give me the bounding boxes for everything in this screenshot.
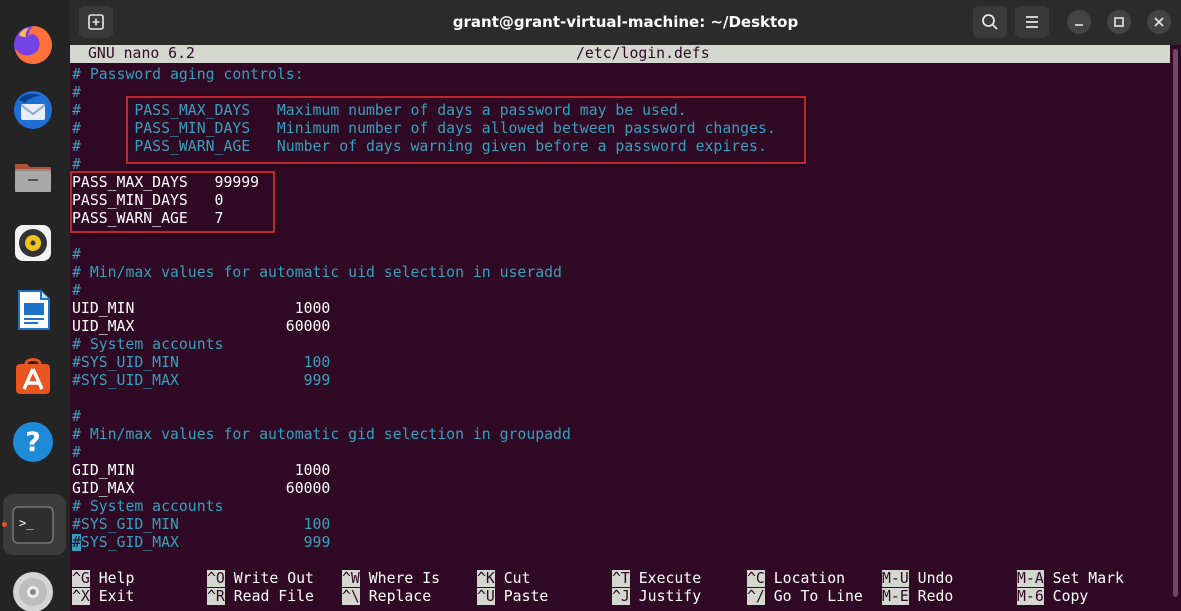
shortcut-help[interactable]: ^G Help (72, 570, 134, 588)
svg-text:?: ? (25, 427, 41, 458)
shortcut-read-file[interactable]: ^R Read File (207, 588, 314, 606)
file-line: # System accounts (72, 336, 224, 353)
file-line: UID_MIN 1000 (72, 300, 331, 317)
thunderbird-icon (14, 91, 52, 129)
maximize-button[interactable] (1107, 10, 1131, 34)
shortcut-go-to-line[interactable]: ^/ Go To Line (747, 588, 863, 606)
nano-version: GNU nano 6.2 (88, 45, 195, 62)
shortcut-where-is[interactable]: ^W Where Is (342, 570, 440, 588)
dock-item-disc[interactable] (0, 561, 70, 611)
shortcut-exit[interactable]: ^X Exit (72, 588, 134, 606)
dock: ? >_ (0, 0, 70, 611)
shortcut-cut[interactable]: ^K Cut (477, 570, 530, 588)
svg-text:>_: >_ (19, 516, 34, 530)
menu-button[interactable] (1015, 6, 1049, 38)
scrollbar[interactable] (1170, 45, 1181, 611)
shortcut-location[interactable]: ^C Location (747, 570, 845, 588)
rhythmbox-icon (15, 225, 51, 261)
dock-item-firefox[interactable] (0, 14, 70, 76)
hamburger-menu-icon (1026, 16, 1038, 28)
terminal-running-dot (2, 522, 7, 527)
file-line: # (72, 282, 81, 299)
file-line: #SYS_UID_MAX 999 (72, 372, 331, 389)
nano-header-bar: GNU nano 6.2 /etc/login.defs (70, 45, 1170, 63)
dock-item-help[interactable]: ? (0, 411, 70, 473)
search-button[interactable] (973, 6, 1007, 38)
maximize-icon (1114, 17, 1124, 27)
highlight-box-comments (126, 96, 806, 164)
file-line: # System accounts (72, 498, 224, 515)
files-icon (15, 164, 51, 192)
dock-item-writer[interactable] (0, 279, 70, 341)
writer-icon (18, 290, 50, 330)
file-line: # (72, 408, 81, 425)
dock-item-thunderbird[interactable] (0, 79, 70, 141)
highlight-box-values (70, 171, 275, 233)
shortcut-set-mark[interactable]: M-A Set Mark (1017, 570, 1124, 588)
file-line: GID_MIN 1000 (72, 462, 331, 479)
close-icon (1154, 17, 1164, 27)
file-line: #SYS_GID_MIN 100 (72, 516, 331, 533)
shortcut-justify[interactable]: ^J Justify (612, 588, 701, 606)
file-line: # Password aging controls: (72, 66, 304, 83)
nano-filename: /etc/login.defs (576, 45, 710, 62)
close-button[interactable] (1147, 10, 1171, 34)
shortcut-undo[interactable]: M-U Undo (882, 570, 953, 588)
file-line: # Min/max values for automatic uid selec… (72, 264, 562, 281)
terminal-window: grant@grant-virtual-machine: ~/Desktop G… (70, 0, 1181, 611)
shortcut-paste[interactable]: ^U Paste (477, 588, 548, 606)
dock-item-app-center[interactable] (0, 345, 70, 407)
file-line: # Min/max values for automatic gid selec… (72, 426, 571, 443)
terminal-icon: >_ (12, 506, 54, 544)
title-bar: grant@grant-virtual-machine: ~/Desktop (70, 0, 1181, 45)
app-center-icon (16, 358, 50, 394)
file-line: UID_MAX 60000 (72, 318, 331, 335)
file-line: GID_MAX 60000 (72, 480, 331, 497)
minimize-button[interactable] (1067, 10, 1091, 34)
file-line: # (72, 84, 81, 101)
shortcut-execute[interactable]: ^T Execute (612, 570, 701, 588)
shortcut-write-out[interactable]: ^O Write Out (207, 570, 314, 588)
search-icon (982, 14, 998, 30)
file-line-with-cursor: #SYS_GID_MAX 999 (72, 534, 331, 551)
terminal-content[interactable]: GNU nano 6.2 /etc/login.defs # Password … (70, 45, 1170, 611)
dock-item-rhythmbox[interactable] (0, 212, 70, 274)
file-line: # (72, 444, 81, 461)
dock-item-terminal[interactable]: >_ (0, 494, 70, 556)
shortcut-redo[interactable]: M-E Redo (882, 588, 953, 606)
file-line: #SYS_UID_MIN 100 (72, 354, 331, 371)
firefox-icon (14, 26, 52, 64)
minimize-icon (1075, 24, 1083, 26)
help-icon: ? (13, 422, 53, 462)
file-line: # (72, 246, 81, 263)
shortcut-copy[interactable]: M-6 Copy (1017, 588, 1088, 606)
scrollbar-thumb[interactable] (1173, 49, 1178, 597)
dock-item-files[interactable] (0, 145, 70, 207)
shortcut-replace[interactable]: ^\ Replace (342, 588, 431, 606)
text-cursor: # (72, 534, 81, 551)
disc-icon (13, 572, 53, 611)
